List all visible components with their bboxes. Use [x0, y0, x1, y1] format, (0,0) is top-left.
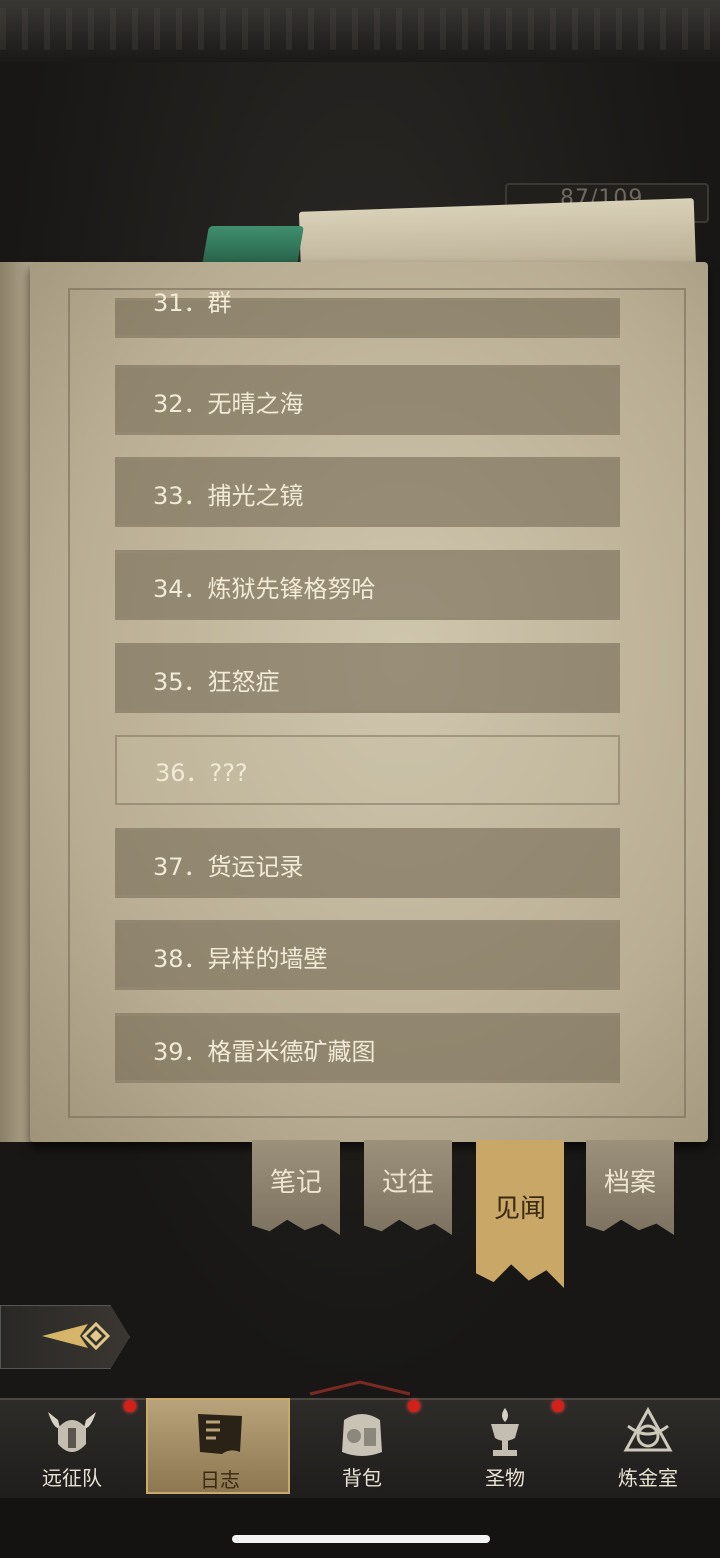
- nav-relics[interactable]: 圣物: [433, 1398, 577, 1494]
- list-item[interactable]: 37．货运记录: [115, 828, 620, 898]
- nav-label: 炼金室: [618, 1466, 678, 1490]
- entry-label: 34．炼狱先锋格努哈: [153, 575, 376, 603]
- notification-badge: [408, 1400, 420, 1412]
- list-item[interactable]: 34．炼狱先锋格努哈: [115, 550, 620, 620]
- entry-label: 36．???: [155, 759, 248, 787]
- list-item[interactable]: 39．格雷米德矿藏图: [115, 1013, 620, 1083]
- entry-label: 38．异样的墙壁: [153, 945, 328, 973]
- tab-notes[interactable]: 笔记: [252, 1140, 340, 1235]
- nav-journal[interactable]: 日志: [146, 1398, 290, 1494]
- nav-label: 日志: [200, 1468, 240, 1492]
- viking-helmet-icon: [48, 1412, 96, 1452]
- alchemy-icon: [623, 1406, 673, 1452]
- list-item[interactable]: 38．异样的墙壁: [115, 920, 620, 990]
- list-item[interactable]: 33．捕光之镜: [115, 457, 620, 527]
- nav-label: 背包: [342, 1466, 382, 1490]
- entry-label: 39．格雷米德矿藏图: [153, 1038, 376, 1066]
- entry-label: 37．货运记录: [153, 853, 304, 881]
- tab-label: 见闻: [493, 1194, 546, 1224]
- nav-footer: [0, 1498, 720, 1558]
- nav-alchemy[interactable]: 炼金室: [576, 1398, 720, 1494]
- tab-archives[interactable]: 档案: [586, 1140, 674, 1235]
- top-ornament: [0, 8, 720, 50]
- tab-observations[interactable]: 见闻: [476, 1140, 564, 1288]
- tab-label: 笔记: [269, 1168, 322, 1198]
- nav-backpack[interactable]: 背包: [290, 1398, 434, 1494]
- list-item[interactable]: 31．群: [115, 289, 620, 338]
- tab-label: 档案: [603, 1168, 656, 1198]
- chalice-icon: [491, 1408, 519, 1456]
- journal-flag-icon: [198, 1414, 242, 1454]
- nav-expedition[interactable]: 远征队: [0, 1398, 144, 1494]
- tab-past[interactable]: 过往: [364, 1140, 452, 1235]
- list-item[interactable]: 35．狂怒症: [115, 643, 620, 713]
- notification-badge: [552, 1400, 564, 1412]
- journal-tabs: 笔记 过往 见闻 档案: [250, 1140, 680, 1300]
- list-item-locked[interactable]: 36．???: [115, 735, 620, 805]
- home-indicator[interactable]: [232, 1535, 490, 1543]
- tab-label: 过往: [381, 1168, 434, 1198]
- divider-ornament-icon: [309, 1380, 411, 1396]
- notification-badge: [124, 1400, 136, 1412]
- nav-label: 圣物: [485, 1466, 525, 1490]
- entry-label: 33．捕光之镜: [153, 482, 304, 510]
- collapse-arrow-icon[interactable]: [40, 1318, 110, 1354]
- backpack-icon: [342, 1414, 382, 1456]
- list-item[interactable]: 32．无晴之海: [115, 365, 620, 435]
- top-bar: [0, 0, 720, 64]
- entry-label: 32．无晴之海: [153, 390, 304, 418]
- entry-label: 35．狂怒症: [153, 668, 280, 696]
- entry-label: 31．群: [153, 289, 232, 317]
- nav-label: 远征队: [42, 1466, 102, 1490]
